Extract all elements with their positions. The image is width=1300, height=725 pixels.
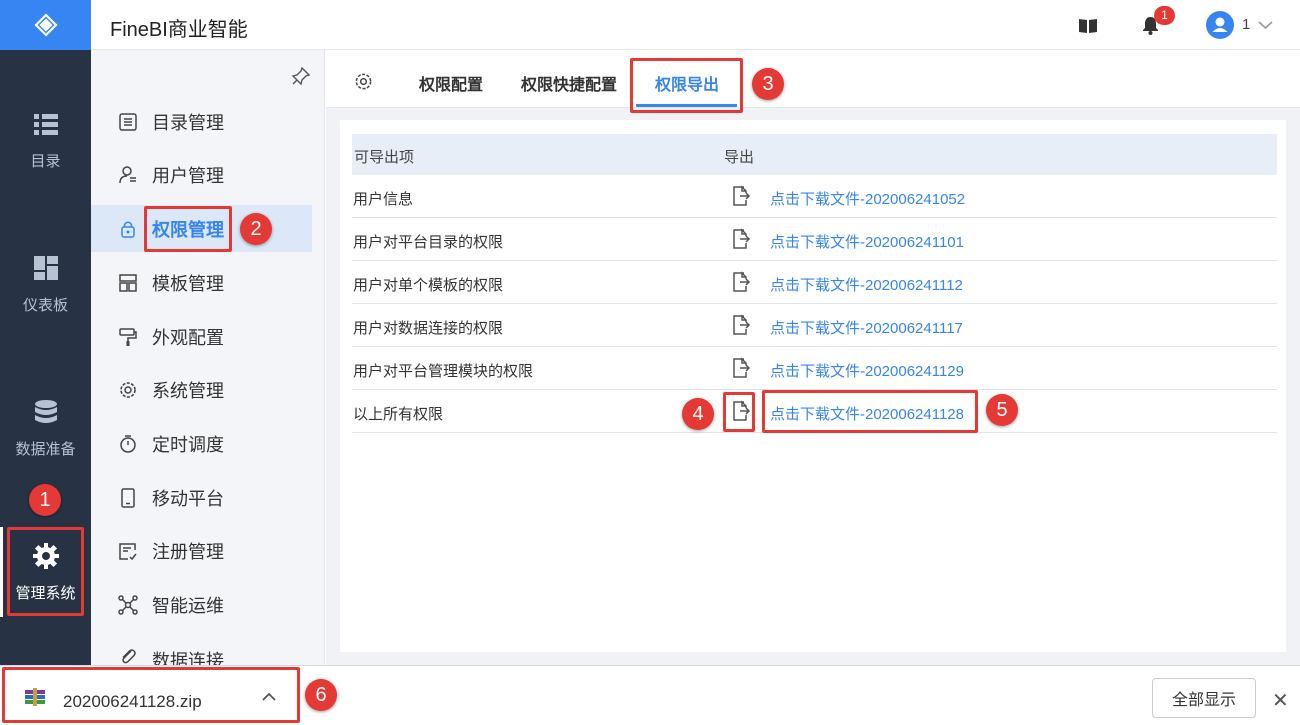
rail-item-dashboard[interactable]: 仪表板	[0, 254, 91, 315]
table-row: 用户对平台目录的权限 点击下载文件-202006241101	[352, 218, 1277, 261]
user-icon	[119, 165, 136, 183]
tab-bar: 权限配置 权限快捷配置 权限导出	[326, 50, 1300, 108]
list-icon	[33, 114, 58, 135]
main-content: 权限配置 权限快捷配置 权限导出 可导出项 导出 用户信息 点击下载文件-202…	[326, 50, 1300, 665]
menu-label: 智能运维	[152, 595, 224, 616]
download-link[interactable]: 点击下载文件-202006241112	[770, 274, 963, 295]
link-icon	[122, 649, 136, 664]
settings-gear-icon[interactable]	[354, 72, 373, 91]
row-name: 用户对平台管理模块的权限	[353, 363, 534, 380]
annotation-number: 2	[240, 213, 272, 245]
menu-label: 定时调度	[152, 434, 224, 455]
menu-item-schedule[interactable]: 定时调度	[91, 420, 312, 467]
menu-item-catalog[interactable]: 目录管理	[91, 98, 312, 145]
top-header: FineBI商业智能 1 1	[91, 0, 1300, 50]
row-name: 用户对数据连接的权限	[353, 320, 504, 337]
notification-badge: 1	[1154, 6, 1175, 25]
annotation-number: 1	[29, 484, 61, 516]
export-file-icon[interactable]	[731, 314, 751, 336]
table-header: 可导出项 导出	[352, 134, 1277, 175]
template-icon	[119, 273, 137, 292]
lock-icon	[121, 221, 135, 238]
chevron-down-icon[interactable]	[1258, 20, 1273, 30]
download-link[interactable]: 点击下载文件-202006241117	[770, 317, 963, 338]
mobile-icon	[121, 487, 135, 508]
menu-item-connections[interactable]: 数据连接	[91, 635, 312, 665]
table-row: 用户对数据连接的权限 点击下载文件-202006241117	[352, 304, 1277, 347]
avatar[interactable]	[1206, 11, 1234, 39]
database-icon	[34, 400, 57, 423]
menu-item-users[interactable]: 用户管理	[91, 151, 312, 198]
show-all-button[interactable]: 全部显示	[1152, 678, 1256, 718]
export-file-icon[interactable]	[731, 357, 751, 379]
rail-label: 仪表板	[22, 297, 68, 314]
pin-icon[interactable]	[291, 66, 311, 86]
menu-item-ops[interactable]: 智能运维	[91, 581, 312, 628]
annotation-box	[144, 206, 232, 252]
catalog-icon	[119, 112, 137, 131]
app-title: FineBI商业智能	[110, 19, 248, 41]
export-file-icon[interactable]	[731, 185, 751, 207]
menu-label: 注册管理	[152, 541, 224, 562]
annotation-box	[723, 392, 755, 432]
column-header-export: 导出	[724, 149, 755, 166]
annotation-box	[2, 667, 300, 723]
user-icon	[1212, 17, 1228, 32]
timer-icon	[120, 434, 136, 453]
register-icon	[119, 542, 137, 560]
menu-label: 数据连接	[152, 651, 224, 665]
export-panel: 可导出项 导出 用户信息 点击下载文件-202006241052 用户对平台目录…	[340, 120, 1286, 652]
annotation-box	[7, 527, 84, 616]
admin-menu: 目录管理 用户管理 权限管理 模板管理 外观配置 系统管理 定时调度 移动平台 …	[91, 50, 325, 665]
paint-icon	[119, 327, 137, 346]
menu-label: 移动平台	[152, 488, 224, 509]
menu-item-system[interactable]: 系统管理	[91, 366, 312, 413]
menu-item-register[interactable]: 注册管理	[91, 527, 312, 574]
tab-quick-config[interactable]: 权限快捷配置	[521, 71, 617, 95]
export-file-icon[interactable]	[731, 271, 751, 293]
annotation-number: 5	[986, 394, 1018, 426]
annotation-number: 6	[305, 679, 337, 711]
column-header-item: 可导出项	[354, 149, 415, 166]
user-name[interactable]: 1	[1242, 16, 1250, 33]
menu-label: 用户管理	[152, 165, 224, 186]
table-row: 用户对单个模板的权限 点击下载文件-202006241112	[352, 261, 1277, 304]
menu-item-appearance[interactable]: 外观配置	[91, 313, 312, 360]
menu-label: 模板管理	[152, 273, 224, 294]
download-link[interactable]: 点击下载文件-202006241129	[770, 360, 964, 381]
rail-item-catalog[interactable]: 目录	[0, 110, 91, 171]
row-name: 以上所有权限	[353, 406, 444, 423]
gear-icon	[120, 381, 136, 398]
annotation-number: 3	[752, 68, 784, 100]
dashboard-icon	[33, 256, 58, 280]
rail-label: 数据准备	[15, 441, 76, 458]
menu-label: 外观配置	[152, 327, 224, 348]
menu-item-templates[interactable]: 模板管理	[91, 259, 312, 306]
menu-label: 目录管理	[152, 112, 224, 133]
row-name: 用户对平台目录的权限	[353, 234, 504, 251]
menu-item-mobile[interactable]: 移动平台	[91, 474, 312, 521]
tab-permission-config[interactable]: 权限配置	[419, 71, 483, 95]
annotation-box	[762, 390, 978, 433]
menu-label: 系统管理	[152, 380, 224, 401]
book-icon[interactable]	[1078, 17, 1098, 34]
download-link[interactable]: 点击下载文件-202006241052	[770, 188, 965, 209]
table-row: 用户信息 点击下载文件-202006241052	[352, 175, 1277, 218]
annotation-box	[630, 58, 743, 113]
table-row: 用户对平台管理模块的权限 点击下载文件-202006241129	[352, 347, 1277, 390]
ops-icon	[118, 594, 138, 615]
row-name: 用户对单个模板的权限	[353, 277, 504, 294]
download-link[interactable]: 点击下载文件-202006241101	[770, 231, 964, 252]
annotation-number: 4	[682, 398, 714, 430]
rail-label: 目录	[30, 153, 61, 170]
close-icon[interactable]: ✕	[1272, 688, 1289, 713]
rail-item-data-prep[interactable]: 数据准备	[0, 398, 91, 459]
logo-icon[interactable]	[0, 0, 91, 50]
export-file-icon[interactable]	[731, 228, 751, 250]
row-name: 用户信息	[353, 191, 414, 208]
